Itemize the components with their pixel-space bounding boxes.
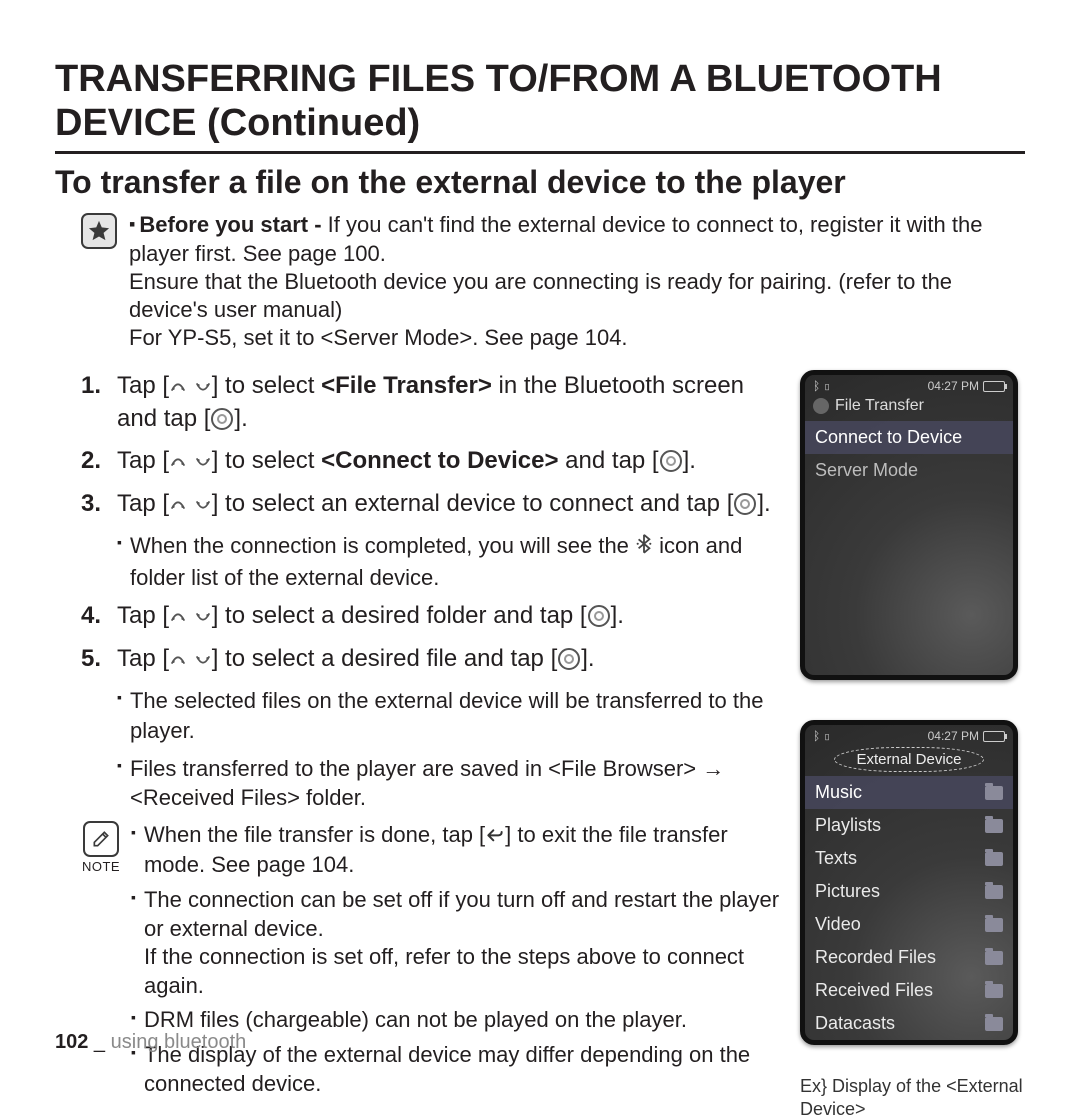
note-pen-icon xyxy=(83,821,119,857)
device-row: Music xyxy=(805,776,1013,809)
folder-icon xyxy=(985,918,1003,932)
step-5: 5. Tap [ ] to select a desired file and … xyxy=(81,643,780,676)
device-time: 04:27 PM xyxy=(928,729,979,743)
device-mock-file-transfer: ᛒ ▯ 04:27 PM File Transfer Connect to De… xyxy=(800,370,1018,680)
step-2: 2. Tap [ ] to select <Connect to Device>… xyxy=(81,445,780,478)
ok-icon xyxy=(660,450,682,472)
title-divider xyxy=(55,151,1025,154)
star-icon xyxy=(81,213,117,249)
step-4: 4. Tap [ ] to select a desired folder an… xyxy=(81,600,780,633)
folder-icon xyxy=(985,885,1003,899)
battery-icon xyxy=(983,731,1005,742)
section-subtitle: To transfer a file on the external devic… xyxy=(55,164,1025,201)
device-header-title: File Transfer xyxy=(835,397,924,415)
device-row: Texts xyxy=(805,842,1013,875)
note-block: NOTE ▪When the file transfer is done, ta… xyxy=(81,821,780,1104)
battery-icon xyxy=(983,381,1005,392)
folder-icon xyxy=(985,852,1003,866)
folder-icon xyxy=(985,786,1003,800)
step-5-sub-1: ▪The selected files on the external devi… xyxy=(117,686,780,745)
header-icon xyxy=(813,398,829,414)
folder-icon xyxy=(985,819,1003,833)
device-row-server: Server Mode xyxy=(805,454,1013,487)
device-row: Received Files xyxy=(805,974,1013,1007)
device-row: Recorded Files xyxy=(805,941,1013,974)
device-row: Playlists xyxy=(805,809,1013,842)
steps-list: 1. Tap [ ] to select <File Transfer> in … xyxy=(81,370,780,813)
folder-icon xyxy=(985,1017,1003,1031)
note-label: NOTE xyxy=(82,859,120,874)
device-caption: Ex} Display of the <External Device> xyxy=(800,1075,1025,1120)
ok-icon xyxy=(734,493,756,515)
device-time: 04:27 PM xyxy=(928,379,979,393)
bluetooth-status-icon: ᛒ ▯ xyxy=(813,729,831,743)
step-5-sub-2: ▪Files transferred to the player are sav… xyxy=(117,754,780,813)
back-icon xyxy=(485,823,505,852)
device-row: Datacasts xyxy=(805,1007,1013,1040)
ok-icon xyxy=(211,408,233,430)
ok-icon xyxy=(558,648,580,670)
bluetooth-pair-icon xyxy=(635,533,653,563)
page-title: TRANSFERRING FILES TO/FROM A BLUETOOTH D… xyxy=(55,58,1025,145)
up-down-icon xyxy=(169,489,212,521)
up-down-icon xyxy=(169,644,212,676)
device-mock-external: ᛒ ▯ 04:27 PM External Device Music Playl… xyxy=(800,720,1018,1045)
up-down-icon xyxy=(169,601,212,633)
step-1: 1. Tap [ ] to select <File Transfer> in … xyxy=(81,370,780,435)
up-down-icon xyxy=(169,446,212,478)
before-you-start-note: ▪Before you start - If you can't find th… xyxy=(81,211,1025,352)
page-number: 102 xyxy=(55,1031,88,1053)
step-3-sub: ▪ When the connection is completed, you … xyxy=(117,531,780,592)
device-row: Pictures xyxy=(805,875,1013,908)
folder-icon xyxy=(985,951,1003,965)
folder-icon xyxy=(985,984,1003,998)
ok-icon xyxy=(588,605,610,627)
device-row-connect: Connect to Device xyxy=(805,421,1013,454)
device-row: Video xyxy=(805,908,1013,941)
external-device-badge: External Device xyxy=(834,747,984,772)
page-footer: 102 _ using bluetooth xyxy=(55,1031,246,1054)
up-down-icon xyxy=(169,371,212,403)
section-name: using bluetooth xyxy=(111,1031,247,1053)
step-3: 3. Tap [ ] to select an external device … xyxy=(81,488,780,521)
bluetooth-status-icon: ᛒ ▯ xyxy=(813,379,831,393)
